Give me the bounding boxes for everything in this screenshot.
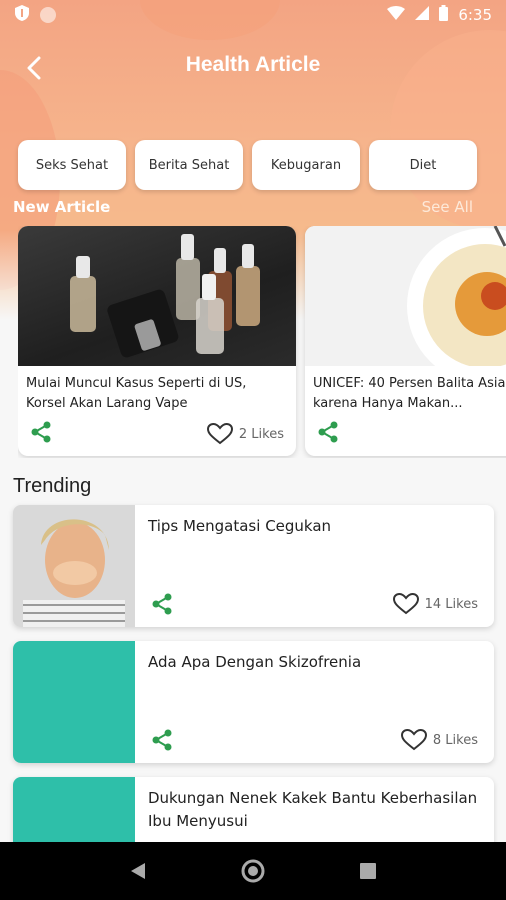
heart-icon <box>392 593 419 615</box>
heart-icon <box>400 729 427 751</box>
triangle-back-icon <box>130 863 145 879</box>
category-kebugaran[interactable]: Kebugaran <box>252 140 360 190</box>
share-icon[interactable] <box>151 593 173 619</box>
circle-home-icon <box>241 859 265 883</box>
person-thumbnail-illustration <box>13 505 135 627</box>
section-title: New Article <box>13 198 111 216</box>
trending-item[interactable]: Tips Mengatasi Cegukan 14 Likes <box>13 505 494 627</box>
article-card[interactable]: Mulai Muncul Kasus Seperti di US, Korsel… <box>18 226 296 456</box>
system-nav-bar <box>0 842 506 900</box>
status-bar: 6:35 <box>0 0 506 30</box>
like-button[interactable]: 2 Likes <box>206 423 284 445</box>
trending-item[interactable]: Ada Apa Dengan Skizofrenia 8 Likes <box>13 641 494 763</box>
like-count: 14 Likes <box>424 596 478 612</box>
heart-icon <box>206 423 233 445</box>
notification-icon <box>40 7 56 23</box>
wifi-icon <box>387 6 406 24</box>
shield-icon <box>14 4 30 26</box>
category-berita-sehat[interactable]: Berita Sehat <box>135 140 243 190</box>
trending-title: Trending <box>13 475 92 497</box>
share-icon[interactable] <box>317 421 339 447</box>
vape-bottles-illustration <box>70 234 260 358</box>
like-count: 2 Likes <box>238 426 284 442</box>
share-icon[interactable] <box>30 421 52 447</box>
signal-icon <box>415 6 430 24</box>
category-list: Seks Sehat Berita Sehat Kebugaran Diet <box>18 140 477 190</box>
see-all-link[interactable]: See All <box>422 198 473 216</box>
new-article-header: New Article See All <box>13 198 473 216</box>
nav-home-button[interactable] <box>233 851 273 891</box>
article-image <box>305 226 506 366</box>
article-image <box>18 226 296 366</box>
battery-icon <box>439 5 449 25</box>
share-icon[interactable] <box>151 729 173 755</box>
trending-thumbnail <box>13 641 135 763</box>
back-button[interactable] <box>16 50 52 86</box>
new-article-carousel: Mulai Muncul Kasus Seperti di US, Korsel… <box>18 226 506 458</box>
trending-title-text: Tips Mengatasi Cegukan <box>148 517 332 535</box>
category-seks-sehat[interactable]: Seks Sehat <box>18 140 126 190</box>
page-title: Health Article <box>185 53 321 76</box>
like-count: 8 Likes <box>432 732 478 748</box>
article-card[interactable]: UNICEF: 40 Persen Balita Asia Malnutrisi… <box>305 226 506 456</box>
trending-thumbnail <box>13 505 135 627</box>
trending-title-text: Dukungan Nenek Kakek Bantu Keberhasilan … <box>148 789 478 830</box>
top-bar: Health Article <box>0 40 506 90</box>
like-button[interactable]: 8 Likes <box>400 729 478 751</box>
nav-back-button[interactable] <box>118 851 158 891</box>
trending-title-text: Ada Apa Dengan Skizofrenia <box>148 653 362 671</box>
article-title: UNICEF: 40 Persen Balita Asia Malnutrisi… <box>313 376 506 411</box>
clock-time: 6:35 <box>458 6 492 24</box>
noodle-bowl-illustration <box>407 226 506 366</box>
like-button[interactable]: 14 Likes <box>392 593 478 615</box>
nav-recents-button[interactable] <box>348 851 388 891</box>
square-recents-icon <box>360 863 377 879</box>
chevron-left-icon <box>27 56 41 80</box>
category-diet[interactable]: Diet <box>369 140 477 190</box>
article-title: Mulai Muncul Kasus Seperti di US, Korsel… <box>26 376 247 411</box>
